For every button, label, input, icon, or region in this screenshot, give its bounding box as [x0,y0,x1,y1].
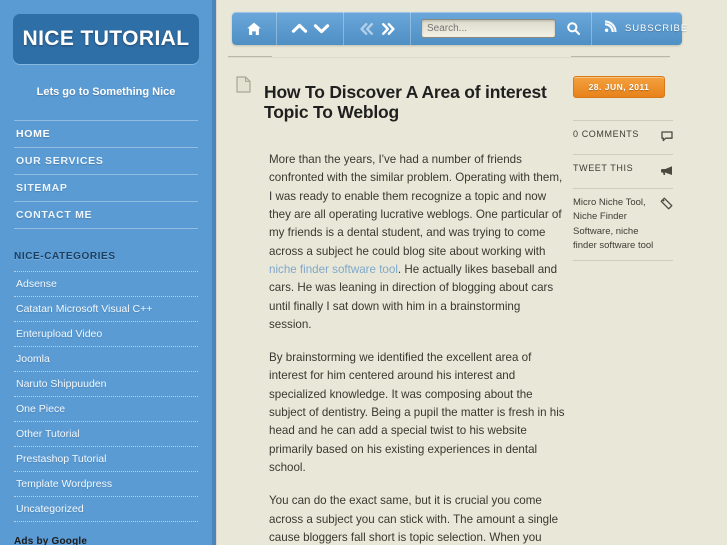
category-label: Prestashop Tutorial [16,453,107,465]
list-item[interactable]: Template Wordpress [14,471,198,496]
list-item[interactable]: One Piece [14,396,198,421]
ads-by-google-block: Ads by Google Tutorials Hotel Nice Photo… [14,536,198,545]
paragraph-text-before: More than the years, I've had a number o… [269,153,563,258]
site-logo-text: NICE TUTORIAL [22,27,190,50]
article-paragraph: More than the years, I've had a number o… [269,151,566,334]
tags-row[interactable]: Micro Niche Tool, Niche Finder Software,… [573,188,673,261]
tweet-this-label: TWEET THIS [573,163,634,173]
site-logo[interactable]: NICE TUTORIAL [13,14,199,64]
category-label: Template Wordpress [16,478,113,490]
list-item[interactable]: Joomla [14,346,198,371]
home-icon[interactable] [243,18,265,40]
comments-row[interactable]: 0 COMMENTS [573,120,673,154]
date-badge: 28. JUN, 2011 [573,76,665,98]
category-label: Catatan Microsoft Visual C++ [16,303,153,315]
sidebar-item-label: CONTACT ME [16,209,93,221]
double-chevron-right-icon[interactable] [377,18,399,40]
list-item[interactable]: Prestashop Tutorial [14,446,198,471]
category-label: Uncategorized [16,503,84,515]
paragraph-text-before: You can do the exact same, but it is cru… [269,494,559,544]
categories-list: Adsense Catatan Microsoft Visual C++ Ent… [14,271,198,522]
category-label: Enterupload Video [16,328,103,340]
inline-link[interactable]: niche finder software tool [269,263,398,276]
chevron-down-icon[interactable] [310,18,332,40]
sidebar-item-contact-me[interactable]: CONTACT ME [14,201,198,229]
comment-bubble-icon [661,129,673,147]
list-item[interactable]: Adsense [14,271,198,296]
list-item[interactable]: Enterupload Video [14,321,198,346]
category-label: Joomla [16,353,50,365]
category-label: Adsense [16,278,57,290]
content-gutter [216,0,226,545]
search-input[interactable] [421,19,556,38]
sidebar-item-label: OUR SERVICES [16,155,104,167]
article-paragraph: By brainstorming we identified the excel… [269,349,566,477]
sidebar-item-label: SITEMAP [16,182,68,194]
top-toolbar: SUBSCRIBE [232,12,687,45]
list-item[interactable]: Other Tutorial [14,421,198,446]
list-item[interactable]: Naruto Shippuuden [14,371,198,396]
main-nav: HOME OUR SERVICES SITEMAP CONTACT ME [0,120,212,229]
toolbar-rule-thin [228,57,670,58]
article-header: How To Discover A Area of interest Topic… [236,70,566,134]
megaphone-icon [660,163,673,181]
meta-list: 0 COMMENTS TWEET THIS Micro Niche Tool, … [573,120,673,261]
article-meta-column: 28. JUN, 2011 0 COMMENTS TWEET THIS Micr… [573,76,673,261]
toolbar-paging-group [344,12,411,45]
double-chevron-left-icon[interactable] [355,18,377,40]
ads-by-google-title: Ads by Google [14,536,88,545]
category-label: Naruto Shippuuden [16,378,107,390]
sidebar-item-sitemap[interactable]: SITEMAP [14,174,198,201]
category-label: One Piece [16,403,66,415]
tag-icon [660,197,673,215]
rss-icon [604,19,618,38]
page-title: How To Discover A Area of interest Topic… [264,81,547,123]
left-sidebar: NICE TUTORIAL Lets go to Something Nice … [0,0,212,545]
page-root: NICE TUTORIAL Lets go to Something Nice … [0,0,727,545]
toolbar-scroll-group [277,12,344,45]
comments-label: 0 COMMENTS [573,129,640,139]
category-label: Other Tutorial [16,428,80,440]
toolbar-home-group [232,12,277,45]
toolbar-search-group [411,12,592,45]
subscribe-label: SUBSCRIBE [625,23,689,34]
sidebar-item-label: HOME [16,128,51,140]
categories-heading: NICE-CATEGORIES [14,251,116,262]
article-paragraph: You can do the exact same, but it is cru… [269,492,566,545]
list-item[interactable]: Catatan Microsoft Visual C++ [14,296,198,321]
tweet-this-row[interactable]: TWEET THIS [573,154,673,188]
chevron-up-icon[interactable] [288,18,310,40]
paragraph-text-before: By brainstorming we identified the excel… [269,351,565,475]
sidebar-item-home[interactable]: HOME [14,120,198,147]
site-tagline: Lets go to Something Nice [36,86,176,98]
magnifier-icon[interactable] [566,21,581,36]
article-body: More than the years, I've had a number o… [236,151,566,545]
tags-label: Micro Niche Tool, Niche Finder Software,… [573,197,654,251]
article: How To Discover A Area of interest Topic… [236,70,566,545]
subscribe-link[interactable]: SUBSCRIBE [592,19,700,38]
sidebar-item-our-services[interactable]: OUR SERVICES [14,147,198,174]
list-item[interactable]: Uncategorized [14,496,198,522]
document-icon [236,76,251,98]
